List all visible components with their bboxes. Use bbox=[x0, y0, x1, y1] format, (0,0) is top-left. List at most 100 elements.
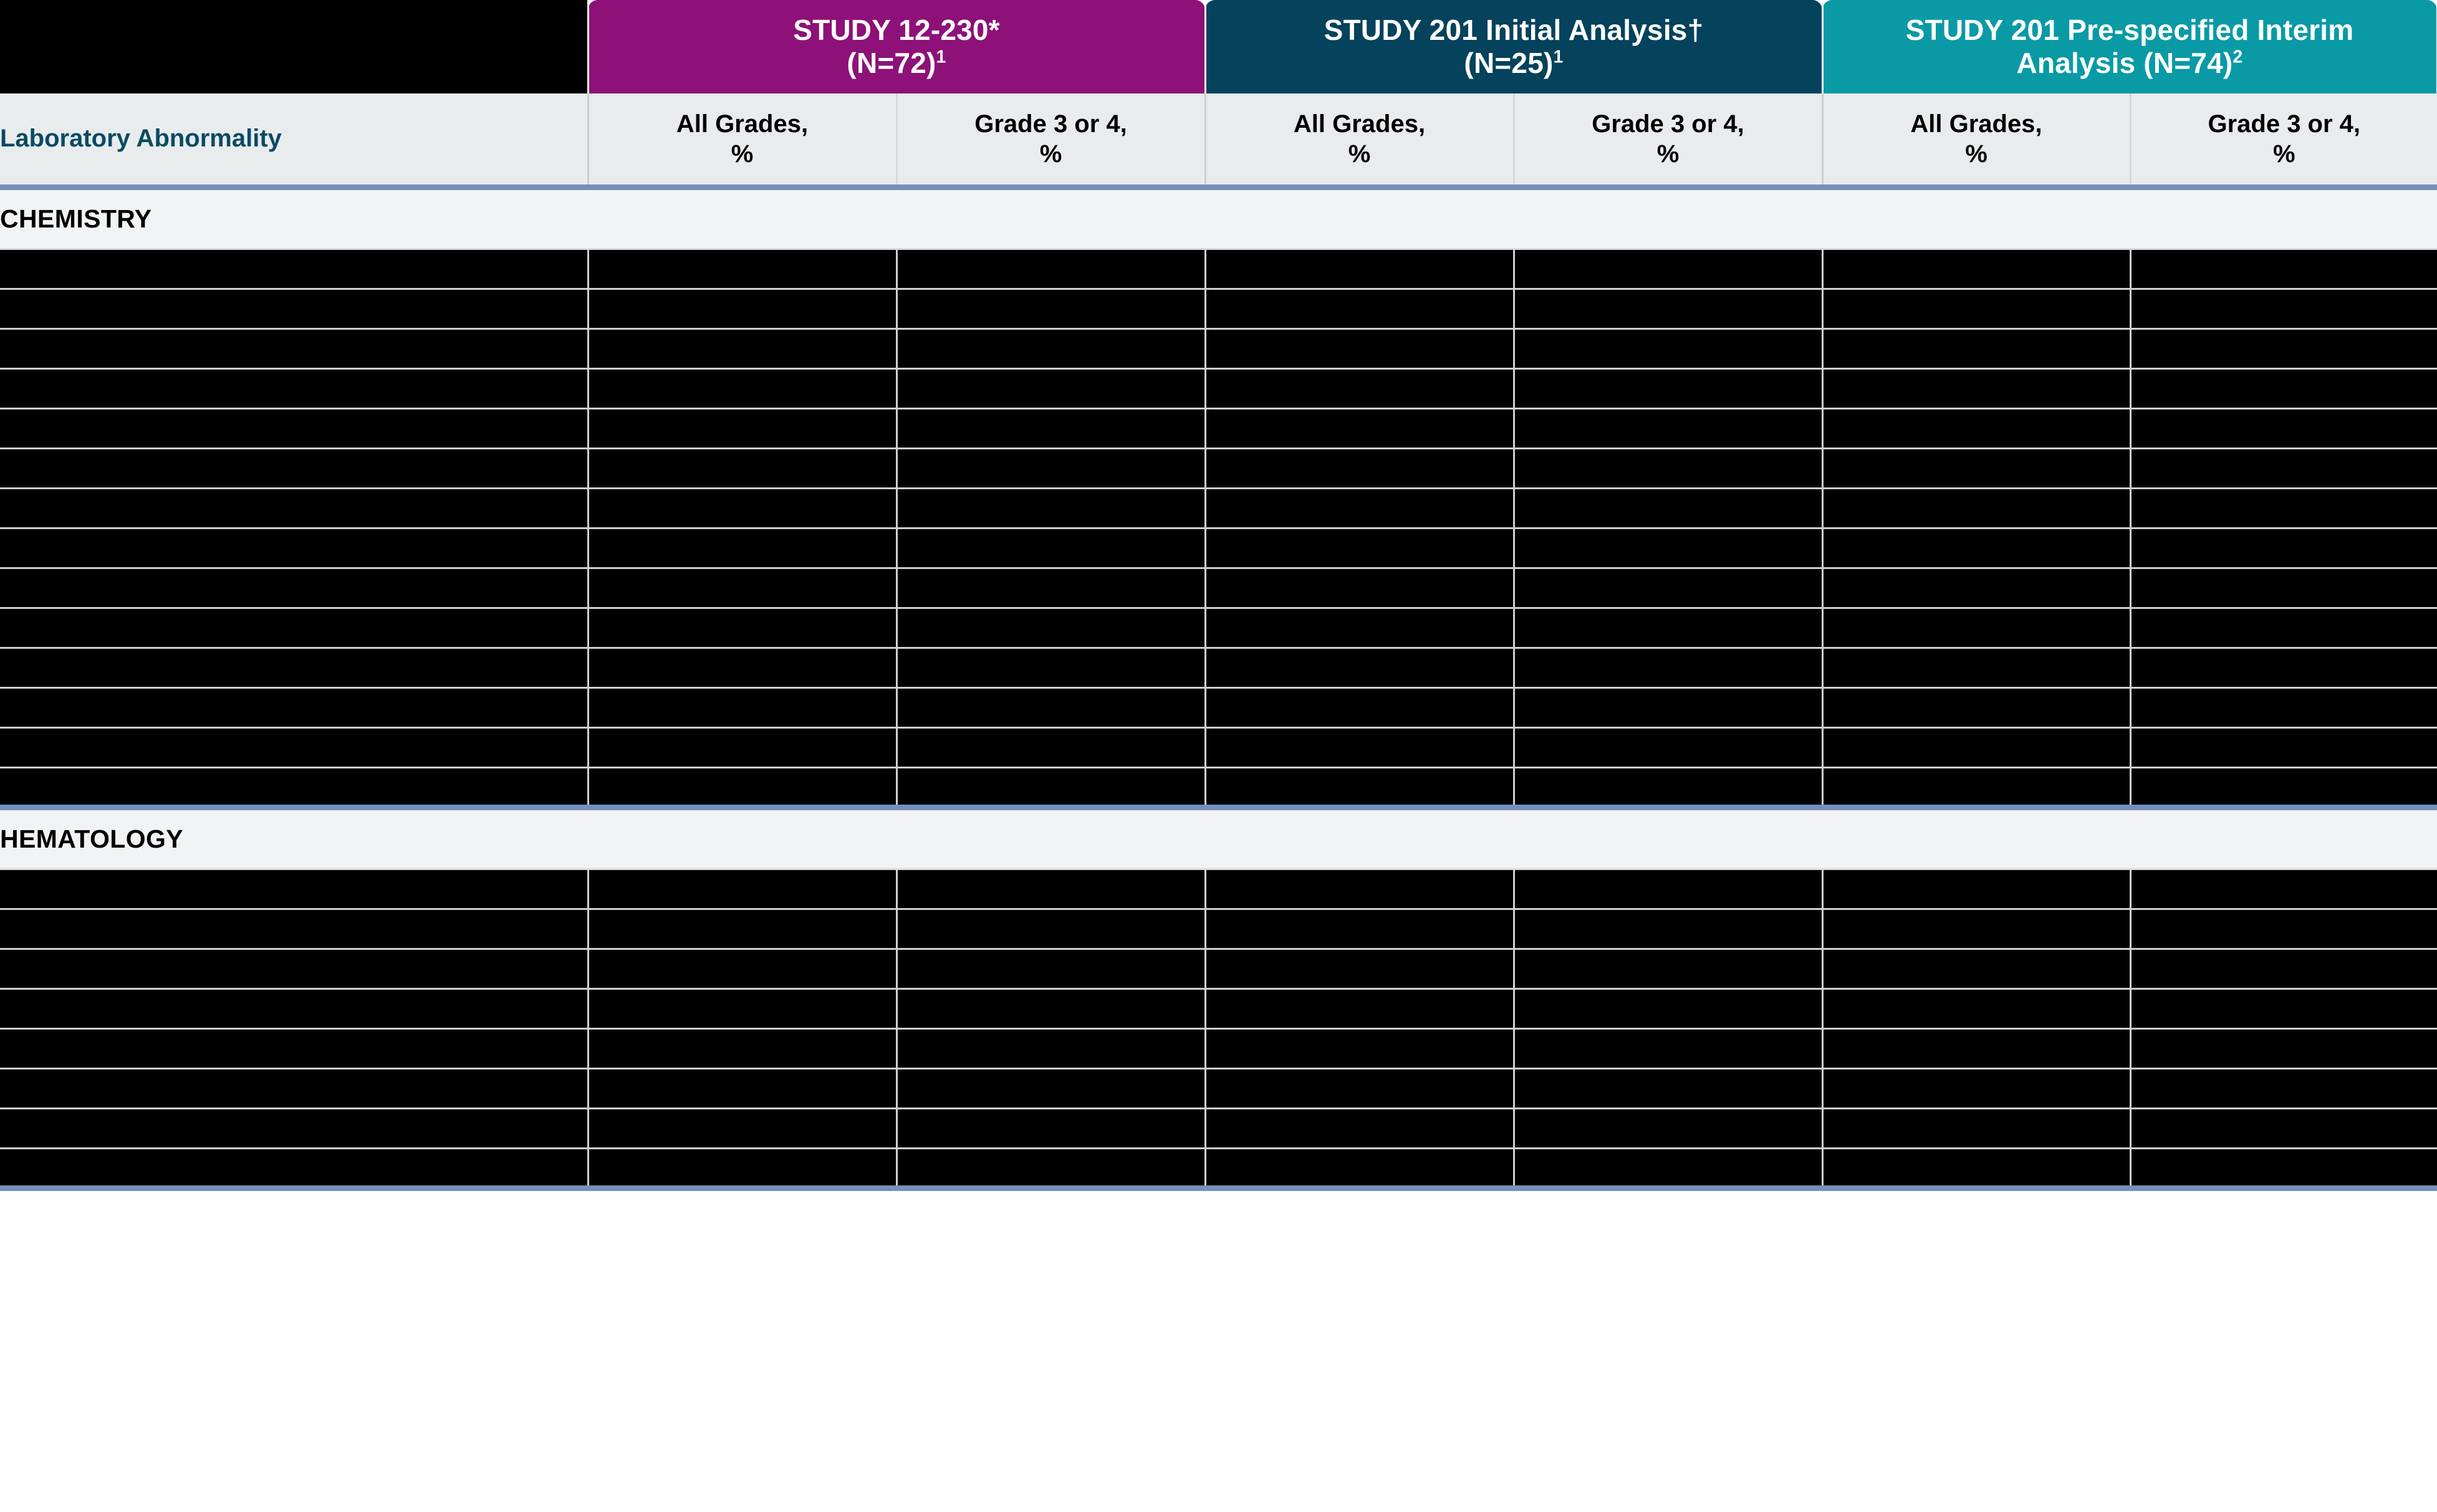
row-value-cell bbox=[896, 949, 1205, 988]
table-row bbox=[0, 568, 2437, 608]
row-label-cell bbox=[0, 767, 588, 807]
subheader-line1: All Grades, bbox=[589, 109, 896, 139]
row-value-cell bbox=[588, 488, 896, 528]
section-label-hematology: HEMATOLOGY bbox=[0, 807, 2437, 869]
row-value-cell bbox=[1822, 289, 2130, 328]
row-value-cell bbox=[2130, 488, 2437, 528]
row-value-cell bbox=[2130, 368, 2437, 408]
subheader-line2: % bbox=[1206, 139, 1513, 169]
row-value-cell bbox=[1205, 1028, 1514, 1068]
row-value-cell bbox=[1205, 1148, 1514, 1188]
row-value-cell bbox=[2130, 869, 2437, 909]
row-value-cell bbox=[1205, 988, 1514, 1028]
row-value-cell bbox=[896, 767, 1205, 807]
table-row bbox=[0, 869, 2437, 909]
row-value-cell bbox=[2130, 408, 2437, 448]
row-value-cell bbox=[896, 488, 1205, 528]
group-subtitle-superscript: 1 bbox=[936, 47, 946, 67]
group-subtitle: (N=25) bbox=[1464, 47, 1553, 79]
row-value-cell bbox=[1514, 528, 1822, 568]
row-label-cell bbox=[0, 909, 588, 949]
row-label-cell bbox=[0, 1108, 588, 1148]
row-value-cell bbox=[588, 249, 896, 289]
row-value-cell bbox=[588, 289, 896, 328]
row-value-cell bbox=[2130, 448, 2437, 488]
table-row bbox=[0, 328, 2437, 368]
row-value-cell bbox=[1822, 368, 2130, 408]
row-value-cell bbox=[588, 608, 896, 648]
row-value-cell bbox=[1205, 408, 1514, 448]
table-row bbox=[0, 988, 2437, 1028]
row-value-cell bbox=[1822, 249, 2130, 289]
row-value-cell bbox=[896, 408, 1205, 448]
row-value-cell bbox=[2130, 1028, 2437, 1068]
table-row bbox=[0, 909, 2437, 949]
row-value-cell bbox=[1205, 909, 1514, 949]
table-row bbox=[0, 727, 2437, 767]
row-value-cell bbox=[896, 608, 1205, 648]
section-label-chemistry: CHEMISTRY bbox=[0, 187, 2437, 249]
row-value-cell bbox=[2130, 568, 2437, 608]
row-value-cell bbox=[2130, 988, 2437, 1028]
subheader-study201initial-grade-3-or-4: Grade 3 or 4, % bbox=[1514, 93, 1822, 187]
section-header-row-hematology: HEMATOLOGY bbox=[0, 807, 2437, 869]
row-value-cell bbox=[896, 909, 1205, 949]
subheader-line1: All Grades, bbox=[1824, 109, 2130, 139]
group-subtitle: Analysis (N=74) bbox=[2017, 47, 2233, 79]
row-value-cell bbox=[1514, 909, 1822, 949]
row-value-cell bbox=[1514, 727, 1822, 767]
row-value-cell bbox=[2130, 608, 2437, 648]
row-value-cell bbox=[896, 568, 1205, 608]
row-value-cell bbox=[2130, 1068, 2437, 1108]
group-subtitle: (N=72) bbox=[847, 47, 936, 79]
row-value-cell bbox=[1514, 1068, 1822, 1108]
table-row bbox=[0, 1148, 2437, 1188]
row-value-cell bbox=[896, 328, 1205, 368]
row-label-cell bbox=[0, 1068, 588, 1108]
row-label-cell bbox=[0, 988, 588, 1028]
row-label-cell bbox=[0, 368, 588, 408]
row-value-cell bbox=[588, 368, 896, 408]
row-value-cell bbox=[588, 988, 896, 1028]
row-value-cell bbox=[896, 249, 1205, 289]
table-row bbox=[0, 608, 2437, 648]
subheader-study12-grade-3-or-4: Grade 3 or 4, % bbox=[896, 93, 1205, 187]
row-value-cell bbox=[1822, 568, 2130, 608]
subheader-line1: All Grades, bbox=[1206, 109, 1513, 139]
row-value-cell bbox=[1822, 528, 2130, 568]
row-value-cell bbox=[588, 1068, 896, 1108]
row-label-cell bbox=[0, 1148, 588, 1188]
row-value-cell bbox=[588, 328, 896, 368]
table-row bbox=[0, 408, 2437, 448]
row-value-cell bbox=[1205, 1108, 1514, 1148]
table-row bbox=[0, 1028, 2437, 1068]
row-value-cell bbox=[1822, 328, 2130, 368]
table-row bbox=[0, 1068, 2437, 1108]
row-value-cell bbox=[1514, 488, 1822, 528]
row-label-cell bbox=[0, 687, 588, 727]
row-value-cell bbox=[1514, 1028, 1822, 1068]
row-value-cell bbox=[1514, 1108, 1822, 1148]
subheader-study12-all-grades: All Grades, % bbox=[588, 93, 896, 187]
row-value-cell bbox=[588, 767, 896, 807]
table-page: STUDY 12-230* (N=72)1 STUDY 201 Initial … bbox=[0, 0, 2437, 1512]
row-value-cell bbox=[896, 528, 1205, 568]
row-value-cell bbox=[2130, 909, 2437, 949]
row-label-cell bbox=[0, 869, 588, 909]
row-value-cell bbox=[588, 408, 896, 448]
row-label-cell bbox=[0, 488, 588, 528]
row-value-cell bbox=[1822, 448, 2130, 488]
group-subtitle-superscript: 2 bbox=[2233, 47, 2242, 67]
row-value-cell bbox=[1205, 249, 1514, 289]
row-label-cell bbox=[0, 289, 588, 328]
row-value-cell bbox=[1514, 608, 1822, 648]
row-value-cell bbox=[1514, 988, 1822, 1028]
row-value-cell bbox=[2130, 949, 2437, 988]
row-value-cell bbox=[1205, 289, 1514, 328]
subheader-line1: Grade 3 or 4, bbox=[1515, 109, 1822, 139]
table-row bbox=[0, 289, 2437, 328]
row-value-cell bbox=[1514, 869, 1822, 909]
row-value-cell bbox=[1205, 869, 1514, 909]
subheader-line1: Grade 3 or 4, bbox=[2132, 109, 2437, 139]
row-value-cell bbox=[2130, 328, 2437, 368]
